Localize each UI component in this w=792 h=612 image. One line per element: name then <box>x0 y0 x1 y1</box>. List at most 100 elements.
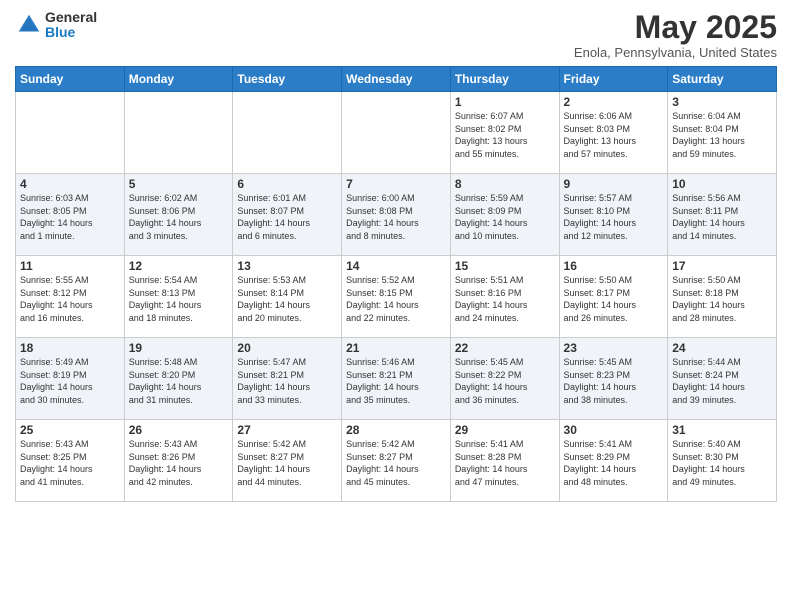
day-info: Sunrise: 5:56 AM Sunset: 8:11 PM Dayligh… <box>672 192 772 242</box>
day-info: Sunrise: 5:43 AM Sunset: 8:26 PM Dayligh… <box>129 438 229 488</box>
table-row: 24Sunrise: 5:44 AM Sunset: 8:24 PM Dayli… <box>668 338 777 420</box>
main-title: May 2025 <box>574 10 777 45</box>
table-row <box>124 92 233 174</box>
day-info: Sunrise: 5:54 AM Sunset: 8:13 PM Dayligh… <box>129 274 229 324</box>
header-friday: Friday <box>559 67 668 92</box>
day-info: Sunrise: 5:44 AM Sunset: 8:24 PM Dayligh… <box>672 356 772 406</box>
table-row: 12Sunrise: 5:54 AM Sunset: 8:13 PM Dayli… <box>124 256 233 338</box>
day-info: Sunrise: 5:46 AM Sunset: 8:21 PM Dayligh… <box>346 356 446 406</box>
day-info: Sunrise: 5:42 AM Sunset: 8:27 PM Dayligh… <box>237 438 337 488</box>
header-wednesday: Wednesday <box>342 67 451 92</box>
day-number: 7 <box>346 177 446 191</box>
day-info: Sunrise: 5:53 AM Sunset: 8:14 PM Dayligh… <box>237 274 337 324</box>
page: General Blue May 2025 Enola, Pennsylvani… <box>0 0 792 612</box>
day-number: 21 <box>346 341 446 355</box>
subtitle: Enola, Pennsylvania, United States <box>574 45 777 60</box>
day-number: 9 <box>564 177 664 191</box>
day-info: Sunrise: 5:50 AM Sunset: 8:18 PM Dayligh… <box>672 274 772 324</box>
table-row: 29Sunrise: 5:41 AM Sunset: 8:28 PM Dayli… <box>450 420 559 502</box>
day-number: 15 <box>455 259 555 273</box>
day-number: 29 <box>455 423 555 437</box>
calendar-header-row: Sunday Monday Tuesday Wednesday Thursday… <box>16 67 777 92</box>
day-info: Sunrise: 5:43 AM Sunset: 8:25 PM Dayligh… <box>20 438 120 488</box>
table-row: 26Sunrise: 5:43 AM Sunset: 8:26 PM Dayli… <box>124 420 233 502</box>
day-number: 31 <box>672 423 772 437</box>
day-info: Sunrise: 5:55 AM Sunset: 8:12 PM Dayligh… <box>20 274 120 324</box>
day-number: 22 <box>455 341 555 355</box>
day-number: 12 <box>129 259 229 273</box>
day-info: Sunrise: 5:47 AM Sunset: 8:21 PM Dayligh… <box>237 356 337 406</box>
day-info: Sunrise: 5:57 AM Sunset: 8:10 PM Dayligh… <box>564 192 664 242</box>
table-row: 23Sunrise: 5:45 AM Sunset: 8:23 PM Dayli… <box>559 338 668 420</box>
calendar-table: Sunday Monday Tuesday Wednesday Thursday… <box>15 66 777 502</box>
day-info: Sunrise: 5:41 AM Sunset: 8:29 PM Dayligh… <box>564 438 664 488</box>
day-info: Sunrise: 6:00 AM Sunset: 8:08 PM Dayligh… <box>346 192 446 242</box>
header-saturday: Saturday <box>668 67 777 92</box>
table-row: 30Sunrise: 5:41 AM Sunset: 8:29 PM Dayli… <box>559 420 668 502</box>
table-row: 19Sunrise: 5:48 AM Sunset: 8:20 PM Dayli… <box>124 338 233 420</box>
logo-text: General Blue <box>45 10 97 41</box>
day-info: Sunrise: 6:02 AM Sunset: 8:06 PM Dayligh… <box>129 192 229 242</box>
calendar-week-1: 1Sunrise: 6:07 AM Sunset: 8:02 PM Daylig… <box>16 92 777 174</box>
day-info: Sunrise: 6:03 AM Sunset: 8:05 PM Dayligh… <box>20 192 120 242</box>
day-number: 13 <box>237 259 337 273</box>
table-row: 16Sunrise: 5:50 AM Sunset: 8:17 PM Dayli… <box>559 256 668 338</box>
table-row: 8Sunrise: 5:59 AM Sunset: 8:09 PM Daylig… <box>450 174 559 256</box>
day-number: 17 <box>672 259 772 273</box>
table-row: 9Sunrise: 5:57 AM Sunset: 8:10 PM Daylig… <box>559 174 668 256</box>
header: General Blue May 2025 Enola, Pennsylvani… <box>15 10 777 60</box>
table-row: 1Sunrise: 6:07 AM Sunset: 8:02 PM Daylig… <box>450 92 559 174</box>
day-number: 16 <box>564 259 664 273</box>
day-number: 10 <box>672 177 772 191</box>
day-number: 11 <box>20 259 120 273</box>
day-number: 6 <box>237 177 337 191</box>
day-number: 5 <box>129 177 229 191</box>
day-number: 18 <box>20 341 120 355</box>
table-row: 7Sunrise: 6:00 AM Sunset: 8:08 PM Daylig… <box>342 174 451 256</box>
day-info: Sunrise: 5:50 AM Sunset: 8:17 PM Dayligh… <box>564 274 664 324</box>
day-info: Sunrise: 6:04 AM Sunset: 8:04 PM Dayligh… <box>672 110 772 160</box>
day-info: Sunrise: 6:06 AM Sunset: 8:03 PM Dayligh… <box>564 110 664 160</box>
table-row: 21Sunrise: 5:46 AM Sunset: 8:21 PM Dayli… <box>342 338 451 420</box>
table-row: 5Sunrise: 6:02 AM Sunset: 8:06 PM Daylig… <box>124 174 233 256</box>
table-row: 6Sunrise: 6:01 AM Sunset: 8:07 PM Daylig… <box>233 174 342 256</box>
table-row: 28Sunrise: 5:42 AM Sunset: 8:27 PM Dayli… <box>342 420 451 502</box>
day-info: Sunrise: 6:07 AM Sunset: 8:02 PM Dayligh… <box>455 110 555 160</box>
day-number: 4 <box>20 177 120 191</box>
day-info: Sunrise: 5:41 AM Sunset: 8:28 PM Dayligh… <box>455 438 555 488</box>
calendar-week-3: 11Sunrise: 5:55 AM Sunset: 8:12 PM Dayli… <box>16 256 777 338</box>
table-row: 27Sunrise: 5:42 AM Sunset: 8:27 PM Dayli… <box>233 420 342 502</box>
header-tuesday: Tuesday <box>233 67 342 92</box>
day-number: 2 <box>564 95 664 109</box>
day-number: 28 <box>346 423 446 437</box>
logo-icon <box>15 11 43 39</box>
logo-blue: Blue <box>45 25 97 40</box>
title-block: May 2025 Enola, Pennsylvania, United Sta… <box>574 10 777 60</box>
table-row: 13Sunrise: 5:53 AM Sunset: 8:14 PM Dayli… <box>233 256 342 338</box>
table-row: 11Sunrise: 5:55 AM Sunset: 8:12 PM Dayli… <box>16 256 125 338</box>
day-info: Sunrise: 6:01 AM Sunset: 8:07 PM Dayligh… <box>237 192 337 242</box>
logo-general: General <box>45 10 97 25</box>
table-row: 25Sunrise: 5:43 AM Sunset: 8:25 PM Dayli… <box>16 420 125 502</box>
day-info: Sunrise: 5:48 AM Sunset: 8:20 PM Dayligh… <box>129 356 229 406</box>
table-row: 14Sunrise: 5:52 AM Sunset: 8:15 PM Dayli… <box>342 256 451 338</box>
calendar-week-5: 25Sunrise: 5:43 AM Sunset: 8:25 PM Dayli… <box>16 420 777 502</box>
header-sunday: Sunday <box>16 67 125 92</box>
day-info: Sunrise: 5:51 AM Sunset: 8:16 PM Dayligh… <box>455 274 555 324</box>
day-number: 20 <box>237 341 337 355</box>
day-number: 14 <box>346 259 446 273</box>
day-number: 3 <box>672 95 772 109</box>
day-number: 27 <box>237 423 337 437</box>
day-number: 24 <box>672 341 772 355</box>
header-thursday: Thursday <box>450 67 559 92</box>
day-number: 19 <box>129 341 229 355</box>
day-info: Sunrise: 5:59 AM Sunset: 8:09 PM Dayligh… <box>455 192 555 242</box>
table-row: 3Sunrise: 6:04 AM Sunset: 8:04 PM Daylig… <box>668 92 777 174</box>
day-info: Sunrise: 5:52 AM Sunset: 8:15 PM Dayligh… <box>346 274 446 324</box>
calendar-week-2: 4Sunrise: 6:03 AM Sunset: 8:05 PM Daylig… <box>16 174 777 256</box>
day-number: 26 <box>129 423 229 437</box>
header-monday: Monday <box>124 67 233 92</box>
table-row <box>233 92 342 174</box>
table-row: 17Sunrise: 5:50 AM Sunset: 8:18 PM Dayli… <box>668 256 777 338</box>
table-row <box>342 92 451 174</box>
